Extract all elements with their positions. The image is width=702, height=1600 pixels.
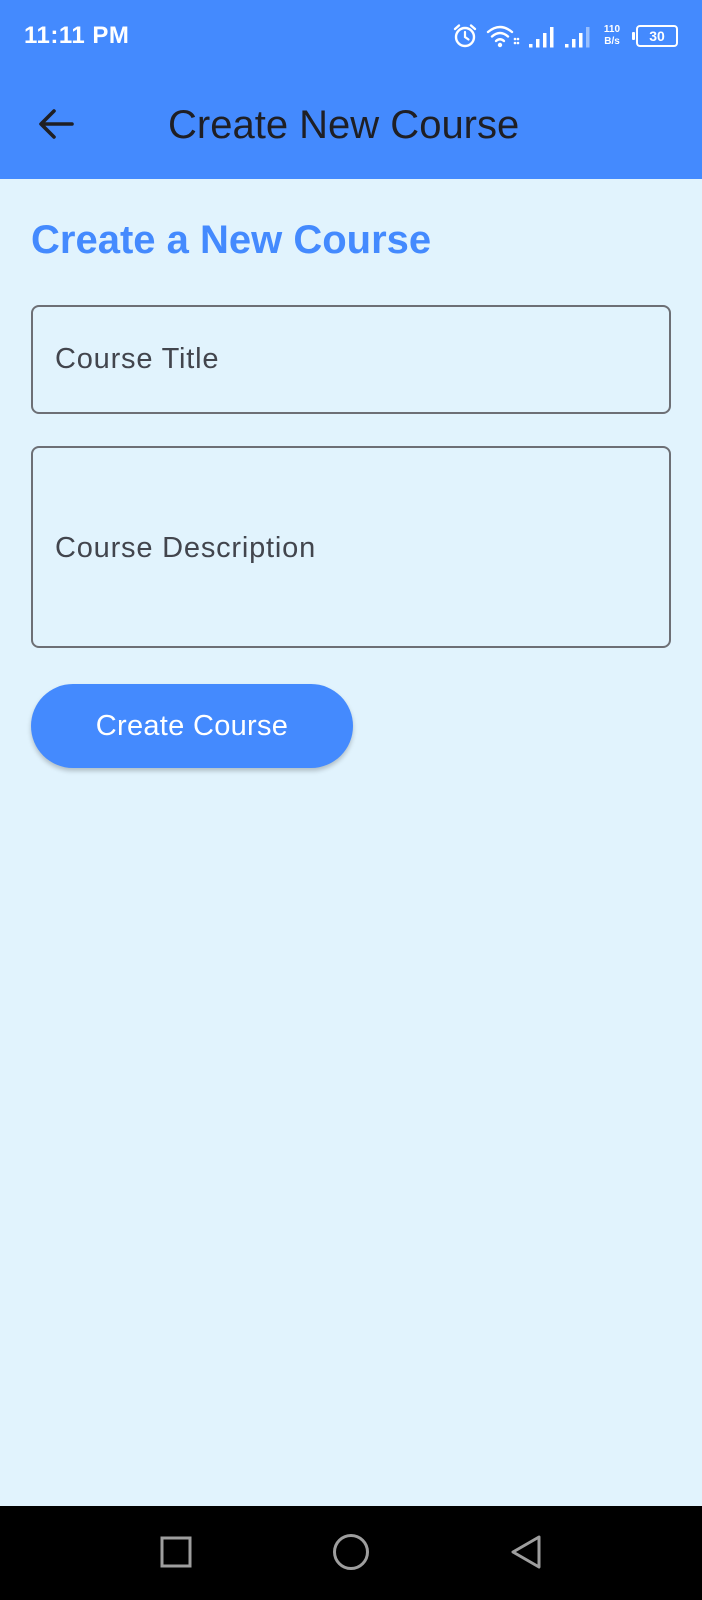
app-bar: Create New Course [0, 72, 702, 179]
course-title-input[interactable] [33, 307, 669, 412]
back-icon [509, 1534, 543, 1575]
home-button[interactable] [329, 1532, 373, 1576]
network-speed: 110 B/s [600, 24, 624, 48]
home-icon [332, 1533, 370, 1576]
alarm-icon [452, 23, 478, 49]
create-course-form: Create a New Course Create Course [31, 179, 671, 768]
app-bar-title: Create New Course [168, 103, 520, 147]
course-description-input[interactable] [33, 448, 669, 646]
back-button[interactable] [30, 100, 82, 152]
status-bar: 11:11 PM 110 B/s 30 [0, 0, 702, 72]
course-description-field [31, 446, 671, 648]
wifi-icon [486, 23, 520, 49]
recent-apps-button[interactable] [154, 1532, 198, 1576]
signal-icon [564, 23, 592, 49]
battery-icon: 30 [632, 25, 678, 47]
signal-icon [528, 23, 556, 49]
arrow-left-icon [38, 108, 74, 145]
battery-level: 30 [649, 28, 665, 44]
system-back-button[interactable] [504, 1532, 548, 1576]
network-speed-value: 110 [603, 24, 621, 35]
network-speed-unit: B/s [604, 36, 620, 47]
create-course-button[interactable]: Create Course [31, 684, 353, 768]
status-icons: 110 B/s 30 [452, 20, 678, 52]
recent-apps-icon [160, 1536, 192, 1573]
system-nav-bar [0, 1506, 702, 1600]
course-title-field [31, 305, 671, 414]
page-heading: Create a New Course [31, 218, 432, 262]
status-time: 11:11 PM [24, 22, 130, 49]
